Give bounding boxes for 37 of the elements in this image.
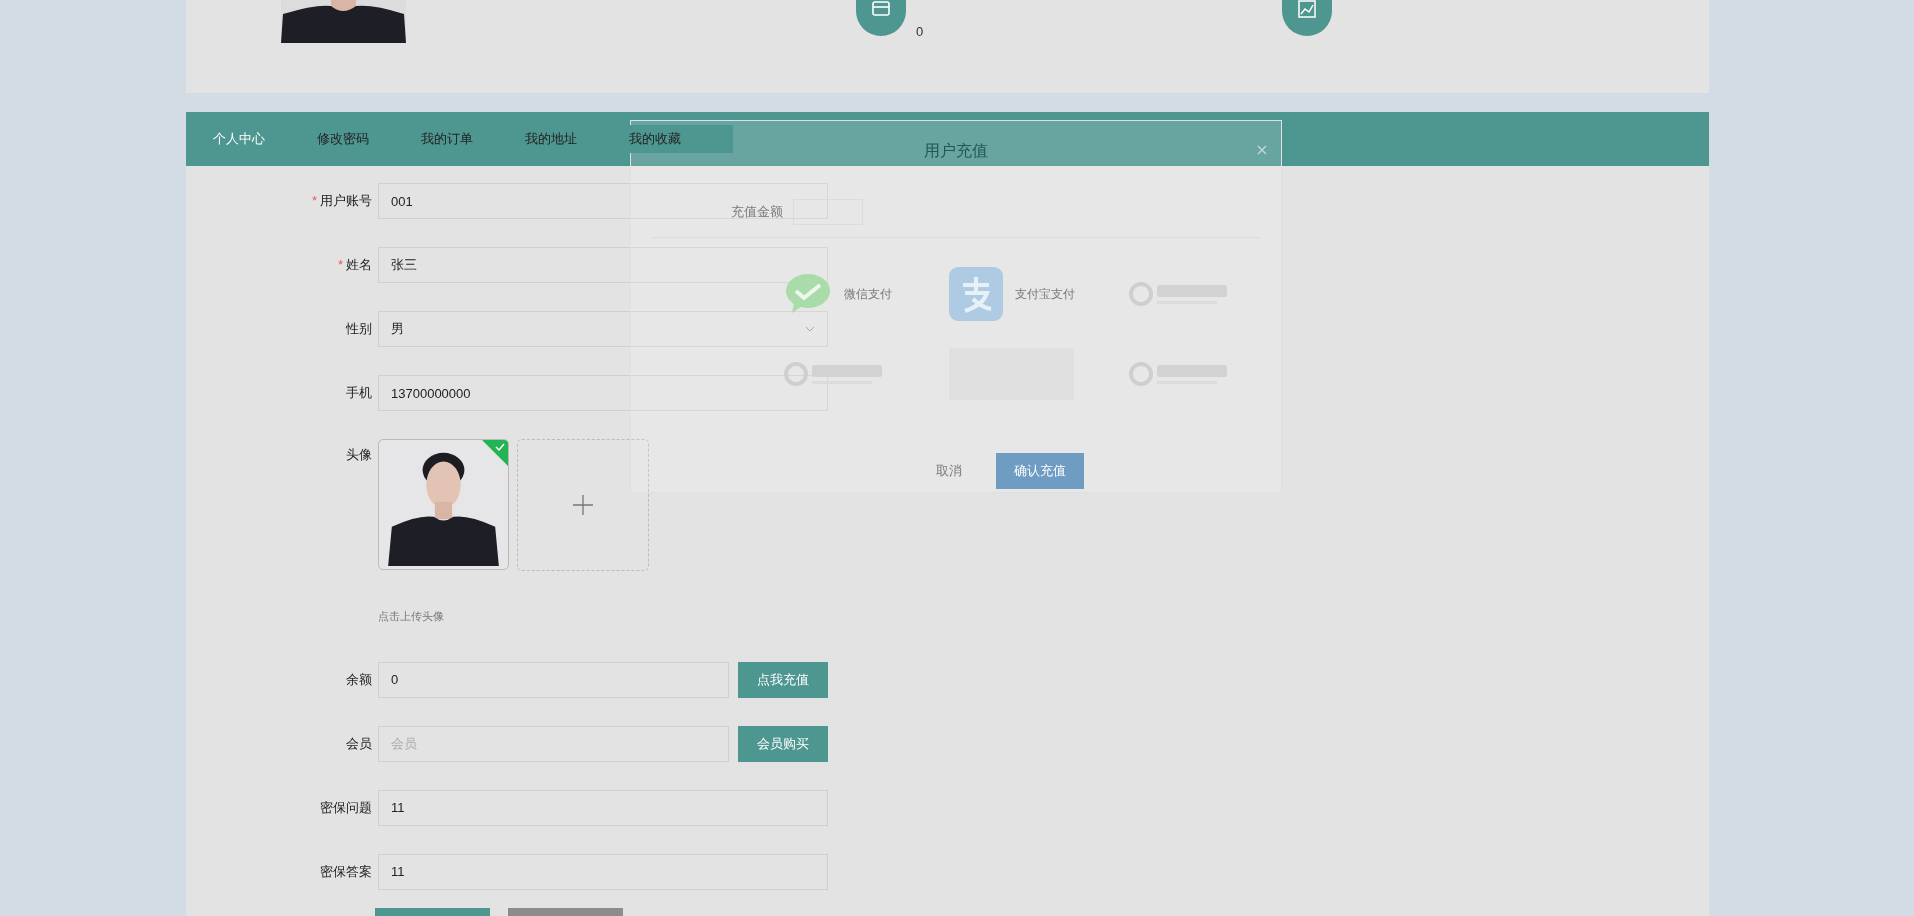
action-button[interactable]: 点我充值 bbox=[738, 661, 828, 698]
amount-label: 充值金额 bbox=[731, 203, 783, 222]
payment-label: 微信支付 bbox=[844, 285, 892, 303]
required-mark: * bbox=[337, 256, 343, 275]
payment-label: 支付宝支付 bbox=[1015, 285, 1075, 303]
input-field[interactable]: 0 bbox=[378, 661, 729, 698]
select-field[interactable]: 男 bbox=[378, 311, 828, 347]
success-badge-icon bbox=[482, 440, 508, 466]
field-label: 头像 bbox=[346, 446, 372, 464]
action-button[interactable]: 会员购买 bbox=[738, 725, 828, 762]
nav-tab[interactable]: 我的收藏 bbox=[629, 125, 733, 153]
field-label: 用户账号 bbox=[320, 192, 372, 211]
field-label: 姓名 bbox=[346, 256, 372, 275]
dialog-button[interactable]: 确认充值 bbox=[995, 453, 1084, 489]
upload-hint: 点击上传头像 bbox=[378, 609, 445, 624]
field-label: 余额 bbox=[346, 670, 372, 689]
field-label: 密保问题 bbox=[320, 798, 372, 817]
input-field[interactable]: 11 bbox=[378, 789, 828, 826]
dialog-title: 用户充值 bbox=[924, 141, 988, 161]
field-label: 性别 bbox=[346, 320, 372, 339]
field-label: 手机 bbox=[346, 384, 372, 403]
input-field[interactable]: 张三 bbox=[378, 247, 828, 283]
payment-app-icon bbox=[949, 266, 1003, 321]
upload-box[interactable] bbox=[517, 439, 649, 571]
field-label: 会员 bbox=[346, 734, 372, 753]
input-field[interactable]: 11 bbox=[378, 853, 828, 890]
close-icon[interactable] bbox=[1257, 145, 1267, 155]
required-mark: * bbox=[311, 192, 317, 211]
stat-value: 0 bbox=[916, 23, 924, 41]
plus-icon bbox=[573, 495, 593, 515]
input-field[interactable]: 13700000000 bbox=[378, 375, 828, 411]
chevron-down-icon bbox=[805, 326, 815, 332]
chat-bubble-check-icon bbox=[784, 272, 832, 315]
chart-icon bbox=[1282, 0, 1333, 36]
field-label: 密保答案 bbox=[320, 862, 372, 881]
dialog-button[interactable]: 取消 bbox=[913, 453, 984, 489]
wallet-icon bbox=[856, 0, 906, 36]
